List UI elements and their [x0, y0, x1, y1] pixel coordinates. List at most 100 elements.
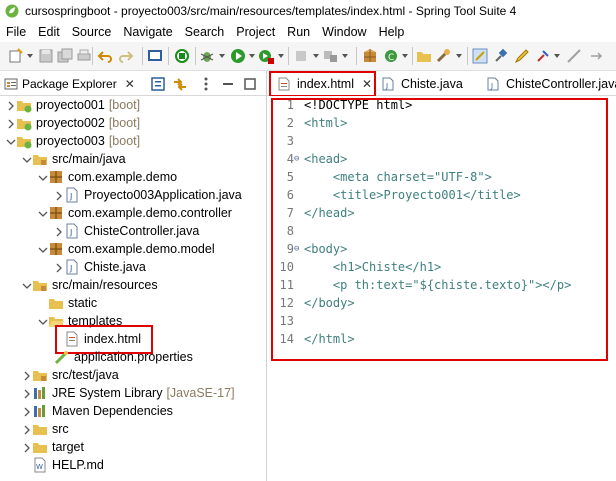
run-dropdown-icon[interactable] [249, 54, 255, 58]
menu-window[interactable]: Window [316, 25, 372, 39]
tree-item-static[interactable]: static [38, 294, 97, 312]
tree-item-src-test-java[interactable]: src/test/java [22, 366, 119, 384]
menu-bar: File Edit Source Navigate Search Project… [0, 22, 616, 42]
deploy-icon[interactable] [322, 48, 338, 64]
expand-chevron-icon[interactable] [6, 118, 16, 129]
new-java-package-icon[interactable] [362, 48, 378, 64]
tree-item-proyecto001[interactable]: proyecto001 [boot] [6, 96, 140, 114]
menu-navigate[interactable]: Navigate [117, 25, 178, 39]
pin-icon[interactable] [493, 48, 509, 64]
tree-item-java-file[interactable]: J ChisteController.java [54, 222, 199, 240]
menu-help[interactable]: Help [373, 25, 411, 39]
minimize-icon[interactable] [220, 76, 236, 92]
collapse-chevron-icon[interactable] [22, 280, 32, 290]
run-icon[interactable] [230, 48, 246, 64]
view-menu-icon[interactable] [198, 76, 214, 92]
new-dropdown-icon[interactable] [27, 54, 33, 58]
menu-edit[interactable]: Edit [32, 25, 66, 39]
skip-breakpoints-icon[interactable] [174, 48, 190, 64]
tree-item-proyecto002[interactable]: proyecto002 [boot] [6, 114, 140, 132]
external-tools-icon[interactable] [258, 48, 274, 64]
close-icon[interactable]: ✕ [125, 77, 135, 91]
new-java-class-dropdown-icon[interactable] [402, 54, 408, 58]
tree-item-jre-system-library[interactable]: JRE System Library [JavaSE-17] [22, 384, 235, 402]
java-file-icon: J [64, 223, 80, 239]
tree-item-label: com.example.demo [68, 170, 178, 184]
history-icon[interactable] [566, 48, 582, 64]
expand-chevron-icon[interactable] [54, 190, 64, 201]
tree-item-maven-dependencies[interactable]: Maven Dependencies [22, 402, 173, 420]
toolbar-separator [467, 47, 468, 65]
tree-item-src-main-resources[interactable]: src/main/resources [22, 276, 158, 294]
tree-item-proyecto003[interactable]: proyecto003 [boot] [6, 132, 140, 150]
redo-icon[interactable] [118, 48, 134, 64]
external-tools-dropdown-icon[interactable] [278, 54, 284, 58]
collapse-chevron-icon[interactable] [38, 316, 48, 326]
new-java-class-icon[interactable]: C [383, 48, 399, 64]
menu-project[interactable]: Project [230, 25, 281, 39]
toggle-mark-occurrences-icon[interactable] [472, 48, 488, 64]
collapse-chevron-icon[interactable] [6, 136, 16, 146]
edit-icon[interactable] [514, 48, 530, 64]
link-with-editor-icon[interactable] [172, 76, 188, 92]
expand-chevron-icon[interactable] [22, 424, 32, 435]
tree-item-target[interactable]: target [22, 438, 84, 456]
tree-item-package[interactable]: com.example.demo [38, 168, 177, 186]
search-dropdown-icon[interactable] [456, 54, 462, 58]
tree-item-src-main-java[interactable]: src/main/java [22, 150, 126, 168]
menu-file[interactable]: File [0, 25, 32, 39]
code-editor[interactable]: 1 <!DOCTYPE html> 2 <html> 3 4 ⊖ <head> 5… [267, 96, 616, 481]
title-bar: cursospringboot - proyecto003/src/main/r… [0, 0, 616, 22]
expand-chevron-icon[interactable] [6, 100, 16, 111]
undo-icon[interactable] [97, 48, 113, 64]
tree-item-label: com.example.demo.model [68, 242, 215, 256]
open-type-icon[interactable] [416, 48, 432, 64]
collapse-chevron-icon[interactable] [22, 154, 32, 164]
folder-icon [32, 421, 48, 437]
next-annotation-icon[interactable] [588, 48, 604, 64]
collapse-chevron-icon[interactable] [38, 208, 48, 218]
expand-chevron-icon[interactable] [22, 388, 32, 399]
expand-chevron-icon[interactable] [22, 406, 32, 417]
tree-item-help-md[interactable]: W HELP.md [32, 456, 104, 474]
expand-chevron-icon[interactable] [54, 262, 64, 273]
new-icon[interactable] [8, 48, 24, 64]
print-icon[interactable] [76, 48, 92, 64]
tree-item-java-file[interactable]: J Chiste.java [54, 258, 146, 276]
tab-chiste-java[interactable]: J Chiste.java [381, 74, 463, 94]
save-icon[interactable] [38, 48, 54, 64]
annotation-dropdown-icon[interactable] [554, 54, 560, 58]
highlight-box [271, 98, 608, 361]
tree-item-label: static [68, 296, 98, 310]
svg-text:C: C [388, 53, 394, 63]
stop-icon[interactable] [293, 48, 309, 64]
svg-text:W: W [36, 463, 43, 471]
menu-search[interactable]: Search [179, 25, 231, 39]
maximize-icon[interactable] [242, 76, 258, 92]
debug-icon[interactable] [199, 48, 215, 64]
deploy-dropdown-icon[interactable] [342, 54, 348, 58]
expand-chevron-icon[interactable] [22, 370, 32, 381]
stop-dropdown-icon[interactable] [313, 54, 319, 58]
java-file-icon: J [486, 77, 500, 91]
tree-item-package[interactable]: com.example.demo.model [38, 240, 215, 258]
menu-run[interactable]: Run [281, 25, 316, 39]
source-folder-icon [32, 367, 48, 383]
expand-chevron-icon[interactable] [54, 226, 64, 237]
debug-dropdown-icon[interactable] [219, 54, 225, 58]
annotation-icon[interactable] [535, 48, 551, 64]
search-icon[interactable] [436, 48, 452, 64]
tree-item-java-file[interactable]: J Proyecto003Application.java [54, 186, 242, 204]
collapse-all-icon[interactable] [150, 76, 166, 92]
terminal-icon[interactable] [147, 48, 163, 64]
tree-item-application-properties[interactable]: application.properties [54, 348, 193, 366]
tab-package-explorer[interactable]: Package Explorer ✕ [4, 74, 135, 94]
tree-item-src[interactable]: src [22, 420, 69, 438]
tab-chistecontroller-java[interactable]: J ChisteController.java [486, 74, 616, 94]
save-all-icon[interactable] [57, 48, 73, 64]
collapse-chevron-icon[interactable] [38, 172, 48, 182]
expand-chevron-icon[interactable] [22, 442, 32, 453]
tree-item-package[interactable]: com.example.demo.controller [38, 204, 232, 222]
menu-source[interactable]: Source [66, 25, 118, 39]
collapse-chevron-icon[interactable] [38, 244, 48, 254]
